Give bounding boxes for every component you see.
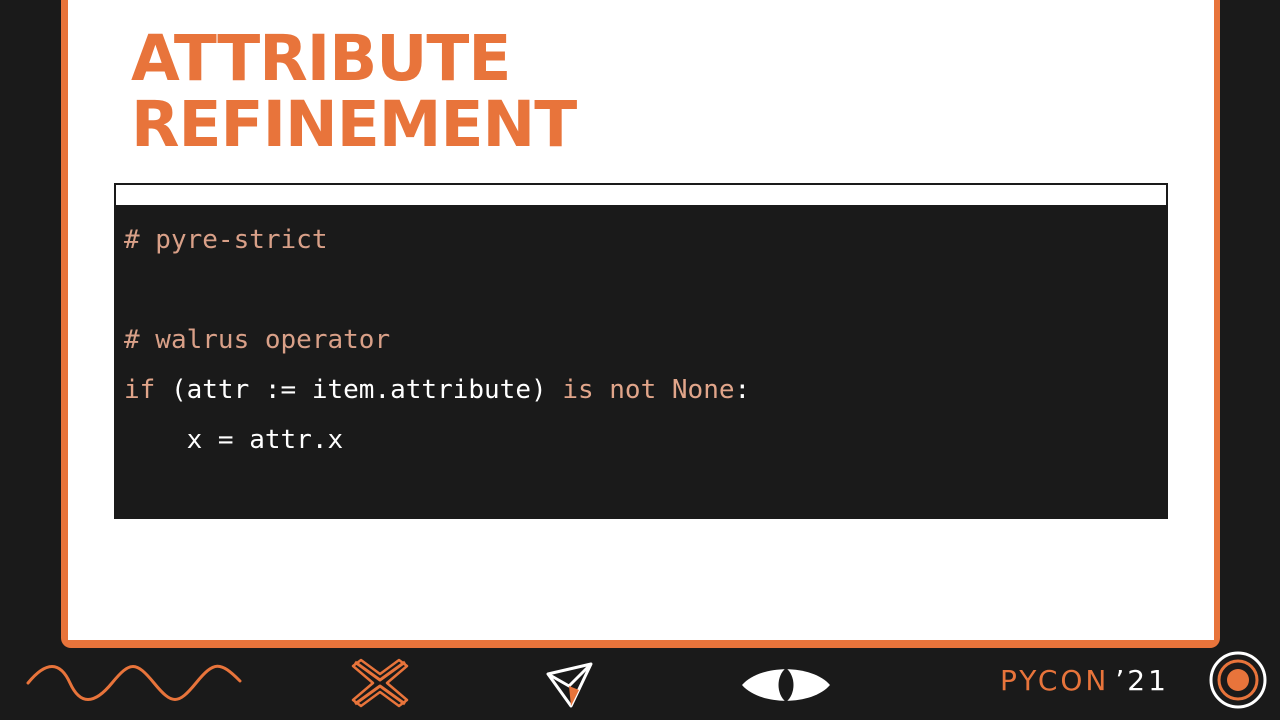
title-line-2: REFINEMENT bbox=[131, 88, 577, 161]
code-comment: # walrus operator bbox=[124, 325, 391, 355]
code-expression: (attr := item.attribute) bbox=[155, 375, 563, 405]
code-constant-none: None bbox=[671, 375, 735, 405]
code-keyword-is-not: is not bbox=[562, 375, 657, 405]
x-mark-icon bbox=[351, 658, 409, 708]
wave-icon bbox=[26, 664, 242, 701]
code-comment: # pyre-strict bbox=[124, 225, 328, 255]
brand-name: PYCON bbox=[1000, 664, 1110, 697]
code-line-5: x = attr.x bbox=[124, 415, 1158, 465]
paper-plane-icon bbox=[546, 662, 593, 708]
title-line-1: ATTRIBUTE bbox=[131, 22, 511, 95]
code-block: # pyre-strict # walrus operator if (attr… bbox=[114, 183, 1168, 519]
eye-icon bbox=[742, 668, 830, 702]
code-line-4: if (attr := item.attribute) is not None: bbox=[124, 365, 1158, 415]
code-keyword-if: if bbox=[124, 375, 156, 405]
target-icon bbox=[1209, 651, 1267, 709]
conference-brand: PYCON ’21 bbox=[1000, 664, 1169, 697]
slide-title: ATTRIBUTE REFINEMENT bbox=[131, 26, 577, 161]
code-line-3: # walrus operator bbox=[124, 315, 1158, 365]
code-line-1: # pyre-strict bbox=[124, 215, 1158, 265]
code-colon: : bbox=[734, 375, 751, 405]
code-block-header bbox=[116, 185, 1166, 205]
code-body: # pyre-strict # walrus operator if (attr… bbox=[124, 215, 1158, 465]
brand-year: ’21 bbox=[1115, 664, 1169, 697]
code-assignment: x = attr.x bbox=[186, 425, 344, 455]
